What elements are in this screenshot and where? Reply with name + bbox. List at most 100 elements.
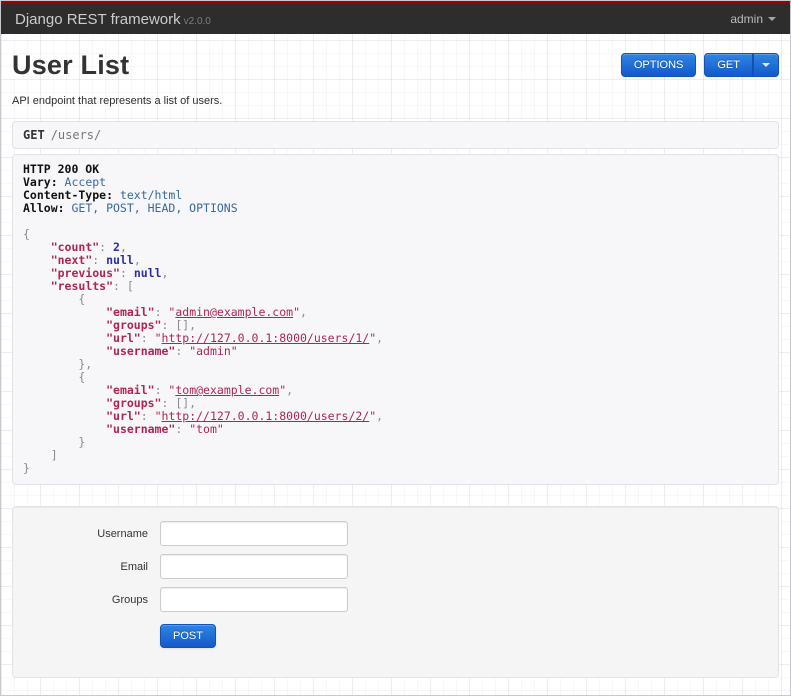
json-token: , [300, 305, 307, 319]
json-token: "results" [50, 279, 114, 293]
request-path: /users/ [50, 128, 102, 142]
json-token: GET, POST, HEAD, OPTIONS [64, 201, 238, 215]
json-token: "url" [106, 331, 141, 345]
post-button[interactable]: POST [160, 624, 216, 648]
json-token: , [376, 409, 384, 423]
json-token: : [], [161, 396, 197, 410]
request-bar: GET /users/ [12, 121, 779, 149]
json-link[interactable]: tom@example.com [175, 383, 279, 397]
json-token: : [], [161, 318, 197, 332]
navbar: Django REST framework v2.0.0 admin [1, 1, 790, 34]
json-token: } [23, 435, 86, 449]
json-token: null [133, 266, 162, 280]
form-row: Email [13, 554, 758, 579]
json-token: Content-Type: [23, 188, 114, 202]
json-token: Accept [57, 175, 107, 189]
email-input[interactable] [160, 554, 348, 579]
page-title: User List [12, 50, 130, 80]
brand-link[interactable]: Django REST framework v2.0.0 [15, 11, 211, 28]
action-buttons: OPTIONS GET [620, 53, 779, 77]
json-token: } [23, 461, 30, 475]
json-token: "username" [106, 422, 176, 436]
json-token: "url" [106, 409, 141, 423]
page-header: User List OPTIONS GET [12, 50, 779, 81]
json-token: , [119, 240, 127, 254]
json-token: : [92, 253, 107, 267]
submit-row: POST [160, 624, 758, 648]
json-token: text/html [113, 188, 183, 202]
brand-title: Django REST framework [15, 10, 181, 28]
form-rows: Username Email Groups [13, 521, 758, 612]
json-token: : [140, 331, 155, 345]
form-row: Groups [13, 587, 758, 612]
json-token: " [293, 305, 300, 319]
main-content: User List OPTIONS GET API endpoint that … [1, 50, 790, 678]
get-button[interactable]: GET [704, 53, 753, 77]
email-label: Email [120, 560, 148, 573]
endpoint-description: API endpoint that represents a list of u… [12, 95, 223, 107]
json-token: 2 [113, 240, 120, 254]
json-token: "count" [50, 240, 100, 254]
json-token: : [ [113, 279, 134, 293]
json-token: : [154, 305, 169, 319]
brand-version: v2.0.0 [183, 15, 211, 27]
json-token: : [175, 344, 190, 358]
json-token: " [154, 331, 162, 345]
post-form: Username Email Groups POST [12, 506, 779, 678]
groups-label: Groups [111, 593, 148, 606]
form-row: Username [13, 521, 758, 546]
json-token: "previous" [50, 266, 120, 280]
page: Django REST framework v2.0.0 admin User L… [0, 0, 791, 696]
json-token: Vary: [23, 175, 58, 189]
json-link[interactable]: http://127.0.0.1:8000/users/2/ [162, 409, 370, 423]
user-menu-dropdown[interactable]: admin [730, 12, 776, 26]
options-button[interactable]: OPTIONS [620, 53, 697, 77]
json-token: : [99, 240, 114, 254]
json-token: "groups" [106, 318, 162, 332]
json-token: "groups" [106, 396, 162, 410]
username-input[interactable] [160, 521, 348, 546]
json-link[interactable]: admin@example.com [175, 305, 293, 319]
json-token: , [286, 383, 294, 397]
json-token: }, [23, 357, 93, 371]
get-dropdown-button[interactable] [753, 53, 779, 77]
json-token: " [154, 409, 162, 423]
json-token: : [119, 266, 134, 280]
json-token: , [133, 253, 141, 267]
json-token: "username" [106, 344, 176, 358]
json-link[interactable]: http://127.0.0.1:8000/users/1/ [162, 331, 370, 345]
json-token: { [23, 292, 86, 306]
groups-input[interactable] [160, 587, 348, 612]
username-label: Username [97, 527, 148, 540]
get-split-button: GET [704, 53, 779, 77]
json-token: : [140, 409, 155, 423]
response-block: HTTP 200 OK Vary: Accept Content-Type: t… [12, 154, 779, 485]
user-menu-label: admin [730, 12, 763, 26]
json-token: "email" [106, 305, 155, 319]
json-token: HTTP 200 OK [23, 162, 100, 176]
json-token: { [23, 227, 30, 241]
request-method: GET [23, 128, 45, 142]
json-token: : [175, 422, 190, 436]
json-token: null [106, 253, 134, 267]
json-token: "next" [50, 253, 93, 267]
json-token: "admin" [189, 344, 238, 358]
json-token: ] [23, 448, 58, 462]
json-token: Allow: [23, 201, 65, 215]
json-token: "email" [106, 383, 155, 397]
json-token: : [154, 383, 169, 397]
json-token: "tom" [189, 422, 224, 436]
chevron-down-icon [768, 17, 776, 21]
json-token: , [161, 266, 169, 280]
